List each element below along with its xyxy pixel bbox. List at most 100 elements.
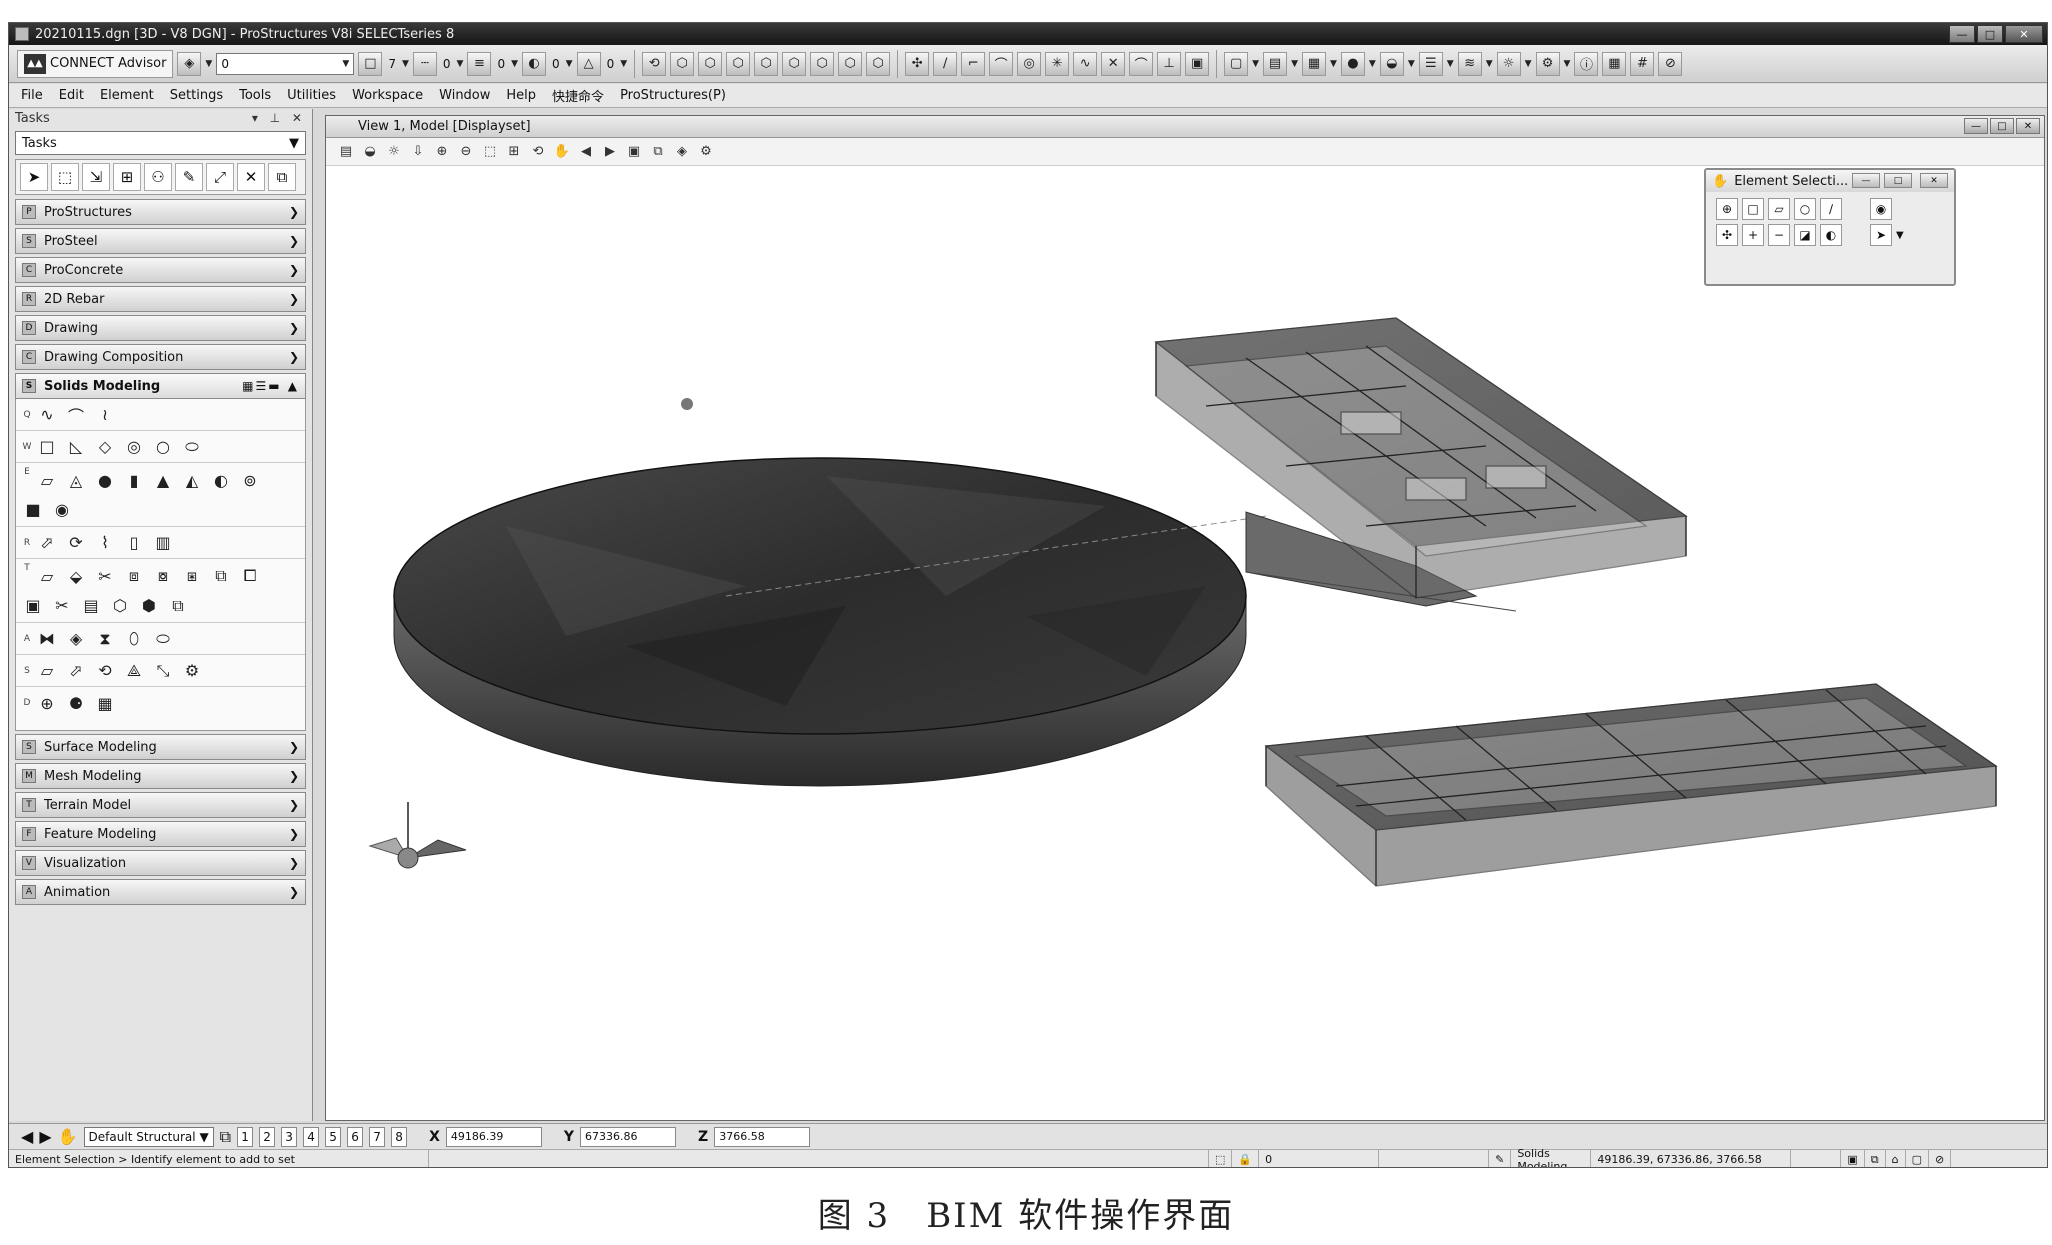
section-feature-modeling[interactable]: F Feature Modeling ❯	[15, 821, 306, 847]
cube-view-iso-icon[interactable]: ⬡	[754, 51, 779, 76]
menu-utilities[interactable]: Utilities	[287, 88, 336, 103]
curve-icon[interactable]: ∿	[1073, 51, 1098, 76]
view-previous-icon[interactable]: ◀	[576, 142, 596, 162]
tools-icon[interactable]: ⚙	[1535, 51, 1560, 76]
chevron-down-icon[interactable]: ▼	[566, 59, 573, 69]
section-drawing-composition[interactable]: C Drawing Composition ❯	[15, 344, 306, 370]
section-drawing[interactable]: D Drawing ❯	[15, 315, 306, 341]
taper-icon[interactable]: ⬢	[136, 593, 162, 619]
line-weight-icon[interactable]: ≡	[467, 51, 492, 76]
shell-icon[interactable]: ⬙	[63, 563, 89, 589]
view-4-button[interactable]: 4	[303, 1126, 320, 1147]
references-icon[interactable]: ▤	[1263, 51, 1288, 76]
chevron-down-icon[interactable]: ▼	[1447, 59, 1454, 69]
priority-icon[interactable]: △	[576, 51, 601, 76]
color-icon[interactable]: □	[358, 51, 383, 76]
convert-icon[interactable]: ⧉	[165, 593, 191, 619]
active-level-icon[interactable]: ◈	[177, 51, 202, 76]
cube-view-front-icon[interactable]: ⬡	[698, 51, 723, 76]
camera-icon[interactable]: ◈	[672, 142, 692, 162]
forward-icon[interactable]: ▶	[39, 1127, 51, 1146]
menu-help[interactable]: Help	[506, 88, 536, 103]
clip-volume-icon[interactable]: ⧉	[648, 142, 668, 162]
element-selection-icon[interactable]: ➤	[20, 163, 48, 191]
back-icon[interactable]: ◀	[21, 1127, 33, 1146]
mode-new-icon[interactable]: ✣	[1716, 224, 1738, 246]
draft-icon[interactable]: ⤡	[150, 658, 176, 684]
union-icon[interactable]: ⧈	[121, 563, 147, 589]
tasks-selector[interactable]: Tasks ▼	[15, 131, 306, 155]
chevron-down-icon[interactable]: ▼	[620, 59, 627, 69]
maximize-button[interactable]: □	[1977, 25, 2003, 43]
section-view-controls[interactable]: ▦☰▬ ▲	[242, 379, 299, 393]
rotate-view-icon[interactable]: ⟲	[642, 51, 667, 76]
line-style-icon[interactable]: ┄	[412, 51, 437, 76]
surface-icon[interactable]: ▱	[34, 658, 60, 684]
level-manager-icon[interactable]: ☰	[1418, 51, 1443, 76]
rotate-face-icon[interactable]: ⟲	[92, 658, 118, 684]
chevron-down-icon[interactable]: ▼	[1408, 59, 1415, 69]
measure-icon[interactable]: ⤢	[206, 163, 234, 191]
intersection-icon[interactable]: ⧇	[150, 563, 176, 589]
section-surface-modeling[interactable]: S Surface Modeling ❯	[15, 734, 306, 760]
slab-icon[interactable]: ▱	[34, 467, 60, 493]
layers-icon[interactable]: ≋	[1457, 51, 1482, 76]
settings-icon[interactable]: ▢	[1906, 1150, 1929, 1167]
connect-advisor-button[interactable]: ▲▲ CONNECT Advisor	[17, 49, 174, 78]
view-8-button[interactable]: 8	[391, 1126, 408, 1147]
update-view-icon[interactable]: ⇩	[408, 142, 428, 162]
lighting-icon[interactable]: ☼	[384, 142, 404, 162]
arc-icon[interactable]: ⌒	[1129, 51, 1154, 76]
select-circle-icon[interactable]: ○	[1794, 198, 1816, 220]
upper-building-model[interactable]	[1154, 317, 1688, 599]
fence-icon[interactable]: ⬚	[1209, 1150, 1233, 1167]
chevron-down-icon[interactable]: ▼	[1330, 59, 1337, 69]
table-icon[interactable]: ▦	[1602, 51, 1627, 76]
chevron-down-icon[interactable]: ▼	[1252, 59, 1259, 69]
select-shape-icon[interactable]: ▱	[1768, 198, 1790, 220]
snap-toggle-icon[interactable]: ✣	[905, 51, 930, 76]
tilt-icon[interactable]: ⟁	[121, 658, 147, 684]
difference-icon[interactable]: ⧆	[179, 563, 205, 589]
place-circle-icon[interactable]: ○	[150, 434, 176, 460]
place-curve-icon[interactable]: ∿	[34, 402, 60, 428]
x-coordinate-field[interactable]: 49186.39	[445, 1126, 542, 1147]
circular-slab-model[interactable]	[393, 398, 1267, 787]
ring-icon[interactable]: ⊚	[237, 467, 263, 493]
fence-icon[interactable]: ▣	[1185, 51, 1210, 76]
level-combo[interactable]: 0 ▼	[216, 52, 355, 75]
align-face-icon[interactable]: ▣	[20, 593, 46, 619]
place-polygon-icon[interactable]: ◇	[92, 434, 118, 460]
select-block-icon[interactable]: □	[1742, 198, 1764, 220]
loft-icon[interactable]: ▥	[150, 530, 176, 556]
window-area-icon[interactable]: ⬚	[480, 142, 500, 162]
cone-solid-icon[interactable]: ▲	[150, 467, 176, 493]
chevron-down-icon[interactable]: ▼	[205, 59, 212, 69]
move-face-icon[interactable]: ⬀	[63, 658, 89, 684]
view-7-button[interactable]: 7	[369, 1126, 386, 1147]
view-group-combo[interactable]: Default Structural ▼	[83, 1126, 214, 1147]
lock-icon[interactable]: 🔒	[1232, 1150, 1260, 1167]
cylinder-icon[interactable]: ▮	[121, 467, 147, 493]
chevron-down-icon[interactable]: ▼	[1525, 59, 1532, 69]
section-prosteel[interactable]: S ProSteel ❯	[15, 228, 306, 254]
panel-controls[interactable]: ▾ ⊥ ✕	[252, 111, 306, 125]
home-icon[interactable]: ⌂	[1886, 1150, 1906, 1167]
chamfer-icon[interactable]: ⧠	[237, 563, 263, 589]
change-attributes-icon[interactable]: ✎	[175, 163, 203, 191]
cube-view-left-icon[interactable]: ⬡	[782, 51, 807, 76]
solid-edit-icon[interactable]: ◈	[63, 626, 89, 652]
sphere-icon[interactable]: ●	[92, 467, 118, 493]
modify-solid-icon[interactable]: ▱	[34, 563, 60, 589]
select-all-icon[interactable]: ◉	[1870, 198, 1892, 220]
render-view-icon[interactable]: ⚙	[696, 142, 716, 162]
view-attributes-icon[interactable]: ▤	[336, 142, 356, 162]
place-fence-icon[interactable]: ⬚	[51, 163, 79, 191]
view-2-button[interactable]: 2	[259, 1126, 276, 1147]
hand-icon[interactable]: ✋	[58, 1127, 78, 1146]
revolve-icon[interactable]: ⟳	[63, 530, 89, 556]
rotate-view-icon[interactable]: ⟲	[528, 142, 548, 162]
zoom-in-icon[interactable]: ⊕	[432, 142, 452, 162]
mode-add-icon[interactable]: +	[1742, 224, 1764, 246]
model-canvas[interactable]	[326, 166, 2044, 1120]
